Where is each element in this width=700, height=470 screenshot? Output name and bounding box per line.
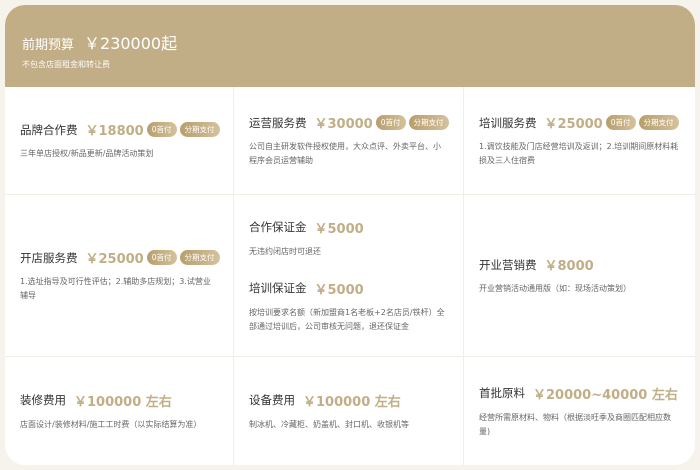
fee-item: 合作保证金 ￥5000 无违约闭店时可退还 bbox=[249, 218, 448, 259]
zero-down-badge: 0首付 bbox=[146, 250, 177, 265]
budget-amount: ￥230000起 bbox=[84, 34, 178, 53]
fee-description: 制冰机、冷藏柜、奶盖机、封口机、收银机等 bbox=[249, 419, 409, 429]
fee-name: 品牌合作费 bbox=[20, 122, 78, 137]
fee-price: ￥8000 bbox=[544, 259, 594, 274]
budget-card: 前期预算 ￥230000起 不包含店面租金和转让费 品牌合作费 ￥18800 0首… bbox=[5, 5, 695, 465]
budget-subtitle: 不包含店面租金和转让费 bbox=[22, 60, 110, 69]
fee-item: 培训服务费 ￥25000 0首付 分期支付 1.调饮技能及门店经营培训及返训；2.培… bbox=[479, 113, 680, 168]
fee-description: 开业营销活动通用版（如：现场活动策划） bbox=[479, 284, 631, 293]
fee-price: ￥25000 bbox=[544, 117, 603, 132]
fee-item: 运营服务费 ￥30000 0首付 分期支付公司自主研发软件授权使用，大众点评、外卖… bbox=[249, 113, 449, 168]
fee-name: 首批原料 bbox=[479, 386, 525, 400]
fee-price: ￥5000 bbox=[314, 282, 364, 298]
fee-name: 开店服务费 bbox=[20, 250, 78, 265]
zero-down-badge: 0首付 bbox=[375, 115, 406, 130]
fee-name: 设备费用 bbox=[249, 393, 295, 407]
fee-cell: 开店服务费 ￥25000 0首付 分期支付 1.选址指导及可行性评估；2.辅助多店规… bbox=[5, 195, 234, 357]
budget-label: 前期预算 bbox=[22, 38, 75, 53]
fee-description: 经营所需原材料、物料（根据淡旺季及商圈匹配相应数量) bbox=[479, 412, 671, 436]
fee-price: ￥25000 bbox=[85, 252, 144, 267]
fee-item: 培训保证金 ￥5000 按培训要求名额（新加盟商1名老板+2名店员/铁杆）全部通过… bbox=[249, 279, 448, 334]
fee-description: 店面设计/装修材料/施工工时费（以实际结算为准） bbox=[20, 419, 202, 429]
fee-name: 运营服务费 bbox=[249, 115, 307, 130]
installment-badge: 分期支付 bbox=[638, 115, 679, 130]
budget-header: 前期预算 ￥230000起 不包含店面租金和转让费 bbox=[5, 5, 695, 87]
fee-description: 三年单店授权/新品更新/品牌活动策划 bbox=[20, 149, 154, 158]
fee-description: 1.选址指导及可行性评估；2.辅助多店规划；3.试营业辅导 bbox=[20, 277, 211, 300]
fee-description: 公司自主研发软件授权使用，大众点评、外卖平台、小程序会员运营辅助 bbox=[249, 142, 441, 165]
fee-grid: 品牌合作费 ￥18800 0首付 分期支付 三年单店授权/新品更新/品牌活动策划 运… bbox=[5, 87, 695, 465]
installment-badge: 分期支付 bbox=[179, 250, 220, 265]
fee-item: 品牌合作费 ￥18800 0首付 分期支付三年单店授权/新品更新/品牌活动策划 bbox=[20, 120, 220, 161]
fee-price: ￥5000 bbox=[314, 221, 364, 237]
fee-name: 培训服务费 bbox=[479, 115, 537, 130]
fee-price: ￥18800 bbox=[85, 124, 144, 139]
fee-item: 首批原料 ￥20000~40000 左右经营所需原材料、物料（根据淡旺季及商圈匹… bbox=[479, 384, 680, 439]
fee-price: ￥100000 左右 bbox=[303, 394, 401, 410]
fee-description: 1.调饮技能及门店经营培训及返训；2.培训期间原材料耗损及三人住宿费 bbox=[479, 142, 679, 165]
fee-name: 装修费用 bbox=[20, 393, 66, 407]
fee-item: 设备费用 ￥100000 左右制冰机、冷藏柜、奶盖机、封口机、收银机等 bbox=[249, 391, 448, 432]
zero-down-badge: 0首付 bbox=[146, 122, 177, 137]
fee-description: 无违约闭店时可退还 bbox=[249, 246, 321, 256]
installment-badge: 分期支付 bbox=[408, 115, 449, 130]
fee-item: 开业营销费 ￥8000 开业营销活动通用版（如：现场活动策划） bbox=[479, 255, 680, 296]
fee-cell: 培训服务费 ￥25000 0首付 分期支付 1.调饮技能及门店经营培训及返训；2.培… bbox=[464, 87, 695, 195]
fee-cell: 运营服务费 ￥30000 0首付 分期支付公司自主研发软件授权使用，大众点评、外卖… bbox=[234, 87, 464, 195]
fee-cell: 开业营销费 ￥8000 开业营销活动通用版（如：现场活动策划） bbox=[464, 195, 695, 357]
fee-cell: 合作保证金 ￥5000 无违约闭店时可退还 培训保证金 ￥5000 按培训要求名额（… bbox=[234, 195, 464, 357]
fee-price: ￥30000 bbox=[314, 117, 373, 132]
fee-item: 开店服务费 ￥25000 0首付 分期支付 1.选址指导及可行性评估；2.辅助多店规… bbox=[20, 248, 220, 303]
fee-name: 开业营销费 bbox=[479, 257, 537, 272]
fee-name: 合作保证金 bbox=[249, 220, 307, 234]
installment-badge: 分期支付 bbox=[179, 122, 220, 137]
zero-down-badge: 0首付 bbox=[605, 115, 636, 130]
fee-price: ￥100000 左右 bbox=[74, 394, 172, 410]
fee-price: ￥20000~40000 左右 bbox=[533, 387, 678, 403]
fee-cell: 装修费用 ￥100000 左右店面设计/装修材料/施工工时费（以实际结算为准） bbox=[5, 357, 234, 465]
fee-name: 培训保证金 bbox=[249, 281, 307, 295]
fee-cell: 品牌合作费 ￥18800 0首付 分期支付三年单店授权/新品更新/品牌活动策划 bbox=[5, 87, 234, 195]
fee-description: 按培训要求名额（新加盟商1名老板+2名店员/铁杆）全部通过培训后，公司审核无问题… bbox=[249, 307, 445, 331]
fee-cell: 首批原料 ￥20000~40000 左右经营所需原材料、物料（根据淡旺季及商圈匹… bbox=[464, 357, 695, 465]
fee-item: 装修费用 ￥100000 左右店面设计/装修材料/施工工时费（以实际结算为准） bbox=[20, 391, 218, 432]
fee-cell: 设备费用 ￥100000 左右制冰机、冷藏柜、奶盖机、封口机、收银机等 bbox=[234, 357, 464, 465]
